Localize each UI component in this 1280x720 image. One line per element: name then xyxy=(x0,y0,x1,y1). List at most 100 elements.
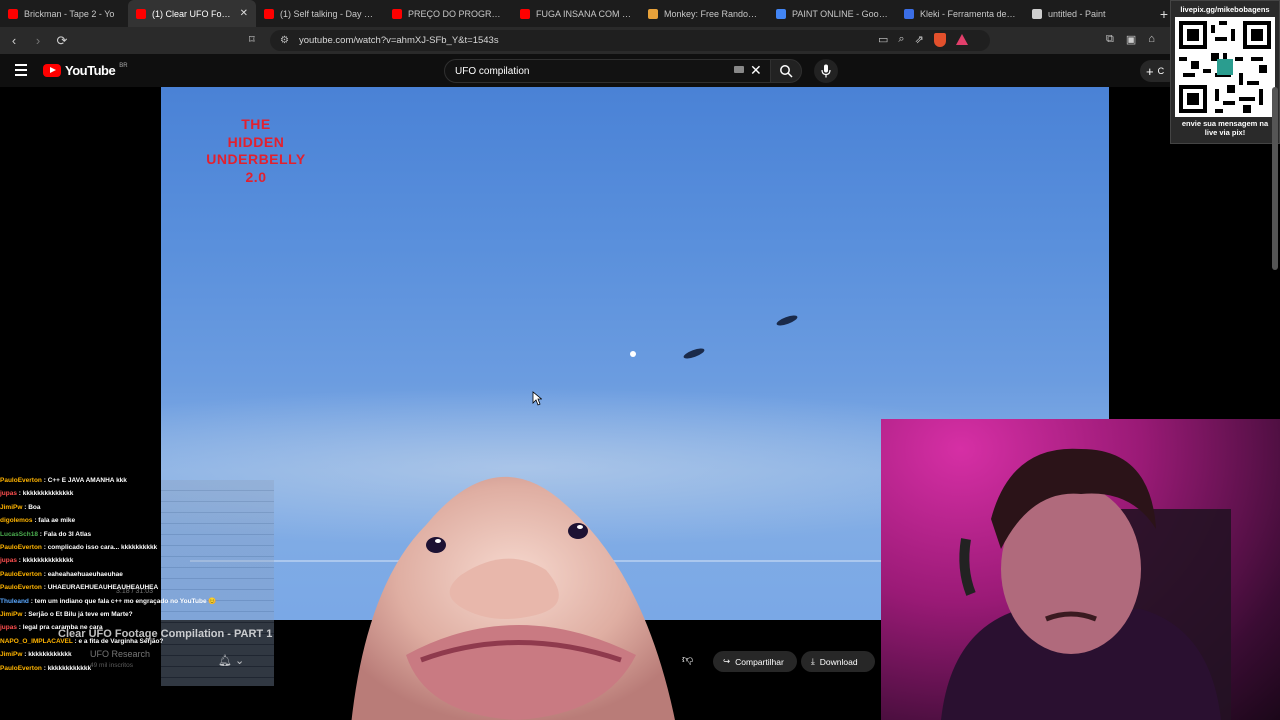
browser-tab-strip: Brickman - Tape 2 - Yo (1) Clear UFO Foot… xyxy=(0,0,1280,27)
notification-bell-icon[interactable]: 🔔︎ ⌄ xyxy=(218,654,258,670)
cast-icon[interactable]: ▭ xyxy=(878,33,888,47)
tab-favicon-icon xyxy=(392,8,402,19)
chat-message: jupas : kkkkkkkkkkkkkk xyxy=(0,487,274,500)
qr-url: livepix.gg/mikebobagens xyxy=(1180,5,1270,14)
sidebar-icon[interactable]: ▣ xyxy=(1126,33,1136,46)
chat-username: jupas xyxy=(0,624,17,632)
chat-message: JimiPw : Serjão o Et Bilu já teve em Mar… xyxy=(0,608,274,621)
youtube-logo[interactable]: YouTube BR xyxy=(43,63,128,78)
reload-icon[interactable]: ⟳ xyxy=(52,33,72,49)
tab-label: Kleki - Ferramenta de Pint xyxy=(920,8,1016,19)
search-value: UFO compilation xyxy=(455,65,530,77)
chat-username: LucasSch18 xyxy=(0,530,38,538)
channel-name[interactable]: UFO Research xyxy=(90,649,150,659)
address-bar-actions: ▭ ⌕ ⇗ xyxy=(878,33,968,47)
menu-icon[interactable] xyxy=(15,64,27,79)
mouse-cursor-icon xyxy=(532,391,542,406)
qr-note: envie sua mensagem na live via pix! xyxy=(1181,119,1269,137)
browser-toolbar: ‹ › ⟳ ⌑ ⚙ youtube.com/watch?v=ahmXJ-SFb_… xyxy=(0,27,1280,54)
tab-label: Brickman - Tape 2 - Yo xyxy=(24,8,115,19)
chat-text: Fala do 3I Atlas xyxy=(43,530,92,538)
tab-favicon-icon xyxy=(264,8,274,19)
chat-username: JimiPw xyxy=(0,611,23,619)
brave-shield-icon[interactable] xyxy=(933,33,946,47)
chat-text: C++ E JAVA AMANHA kkk xyxy=(47,477,127,484)
share-button[interactable]: ↪ Compartilhar xyxy=(713,651,797,672)
microphone-icon xyxy=(821,64,831,78)
extensions-area: ⧉ ▣ ⌂ xyxy=(1106,33,1155,46)
chat-username: PauloEverton xyxy=(0,570,42,578)
search-button[interactable] xyxy=(770,59,802,83)
pix-qr-panel: livepix.gg/mikebobagens envie sua mensag… xyxy=(1170,0,1280,144)
chat-username: JimiPw xyxy=(0,503,23,511)
chat-text: kkkkkkkkkkkk xyxy=(28,651,72,659)
browser-tab[interactable]: PREÇO DO PROGRAMA N xyxy=(384,0,512,27)
back-arrow-icon[interactable]: ‹ xyxy=(4,33,24,48)
download-icon: ⤓ xyxy=(811,656,815,666)
chat-username: PauloEverton xyxy=(0,544,42,552)
forward-arrow-icon[interactable]: › xyxy=(28,33,48,48)
chat-username: Thuleand xyxy=(0,597,29,605)
browser-tab[interactable]: FUGA INSANA COM "INFI xyxy=(512,0,640,27)
country-code: BR xyxy=(119,62,128,69)
extensions-icon[interactable]: ⧉ xyxy=(1106,33,1114,46)
browser-tab[interactable]: Monkey: Free Random Vid xyxy=(640,0,768,27)
subscriber-count: 49 mil inscritos xyxy=(90,662,133,669)
search-input[interactable]: UFO compilation xyxy=(444,59,772,83)
chat-message: jupas : kkkkkkkkkkkkkk xyxy=(0,554,274,567)
plus-icon: + xyxy=(1146,63,1154,79)
youtube-play-icon xyxy=(43,64,61,77)
wallet-icon[interactable]: ⌂ xyxy=(1148,33,1155,46)
browser-tab[interactable]: Brickman - Tape 2 - Yo xyxy=(0,0,128,27)
search-icon xyxy=(780,65,793,78)
chat-text: Serjão o Et Bilu já teve em Marte? xyxy=(28,611,133,619)
chat-text: kkkkkkkkkkkkkk xyxy=(22,490,74,498)
tab-label: FUGA INSANA COM "INFI xyxy=(536,8,632,19)
overlay-title-line: UNDERBELLY xyxy=(206,151,306,167)
chat-message: PauloEverton : complicado isso cara... k… xyxy=(0,541,274,554)
chat-username: JimiPw xyxy=(0,651,23,659)
overlay-title-line: THE xyxy=(241,116,271,132)
tab-favicon-icon xyxy=(776,8,786,19)
clear-search-icon[interactable]: ✕ xyxy=(750,62,762,79)
create-label: C xyxy=(1157,66,1165,76)
video-overlay-title: THE HIDDEN UNDERBELLY 2.0 xyxy=(189,116,323,186)
zoom-icon[interactable]: ⌕ xyxy=(898,33,904,47)
tab-favicon-icon xyxy=(904,8,914,19)
tab-favicon-icon xyxy=(648,8,658,19)
chat-text: kkkkkkkkkkkk xyxy=(47,664,92,672)
share-arrow-icon: ↪ xyxy=(723,656,731,666)
chat-text: kkkkkkkkkkkkkk xyxy=(22,557,74,565)
page-scrollbar[interactable] xyxy=(1272,87,1278,270)
overlay-title-line: HIDDEN xyxy=(227,133,285,150)
share-icon[interactable]: ⇗ xyxy=(915,33,924,47)
chat-username: jupas xyxy=(0,557,17,565)
tab-favicon-icon xyxy=(136,8,146,19)
bookmark-icon[interactable]: ⌑ xyxy=(249,33,255,46)
dislike-icon[interactable]: 👎︎ xyxy=(682,653,702,671)
download-button[interactable]: ⤓ Download xyxy=(801,651,875,672)
voice-search-button[interactable] xyxy=(814,59,838,83)
chat-message: JimiPw : Boa xyxy=(0,501,274,514)
chat-text: fala ae mike xyxy=(38,517,76,525)
share-label: Compartilhar xyxy=(735,656,784,667)
blobfish-overlay xyxy=(351,476,675,720)
browser-tab[interactable]: PAINT ONLINE - Google S xyxy=(768,0,896,27)
brave-rewards-icon[interactable] xyxy=(955,34,968,45)
overlay-title-line: 2.0 xyxy=(245,168,267,185)
browser-tab[interactable]: Kleki - Ferramenta de Pint xyxy=(896,0,1024,27)
browser-tab[interactable]: (1) Self talking - Day 176 xyxy=(256,0,384,27)
tab-label: PREÇO DO PROGRAMA N xyxy=(408,8,504,19)
chat-message: Thuleand : tem um indiano que fala c++ m… xyxy=(0,595,274,608)
youtube-header: YouTube BR UFO compilation ✕ + C xyxy=(0,54,1280,87)
site-info-icon[interactable]: ⚙ xyxy=(280,35,289,46)
download-label: Download xyxy=(819,656,858,667)
streamer-silhouette xyxy=(941,448,1231,720)
close-tab-icon[interactable]: ✕ xyxy=(240,8,248,19)
tab-label: (1) Clear UFO Footage xyxy=(152,8,234,19)
browser-tab[interactable]: untitled - Paint xyxy=(1024,0,1152,27)
chat-username: digolemos xyxy=(0,517,33,525)
browser-tab[interactable]: (1) Clear UFO Footage ✕ xyxy=(128,0,256,27)
keyboard-icon[interactable] xyxy=(734,66,744,73)
chat-username: jupas xyxy=(0,490,17,498)
